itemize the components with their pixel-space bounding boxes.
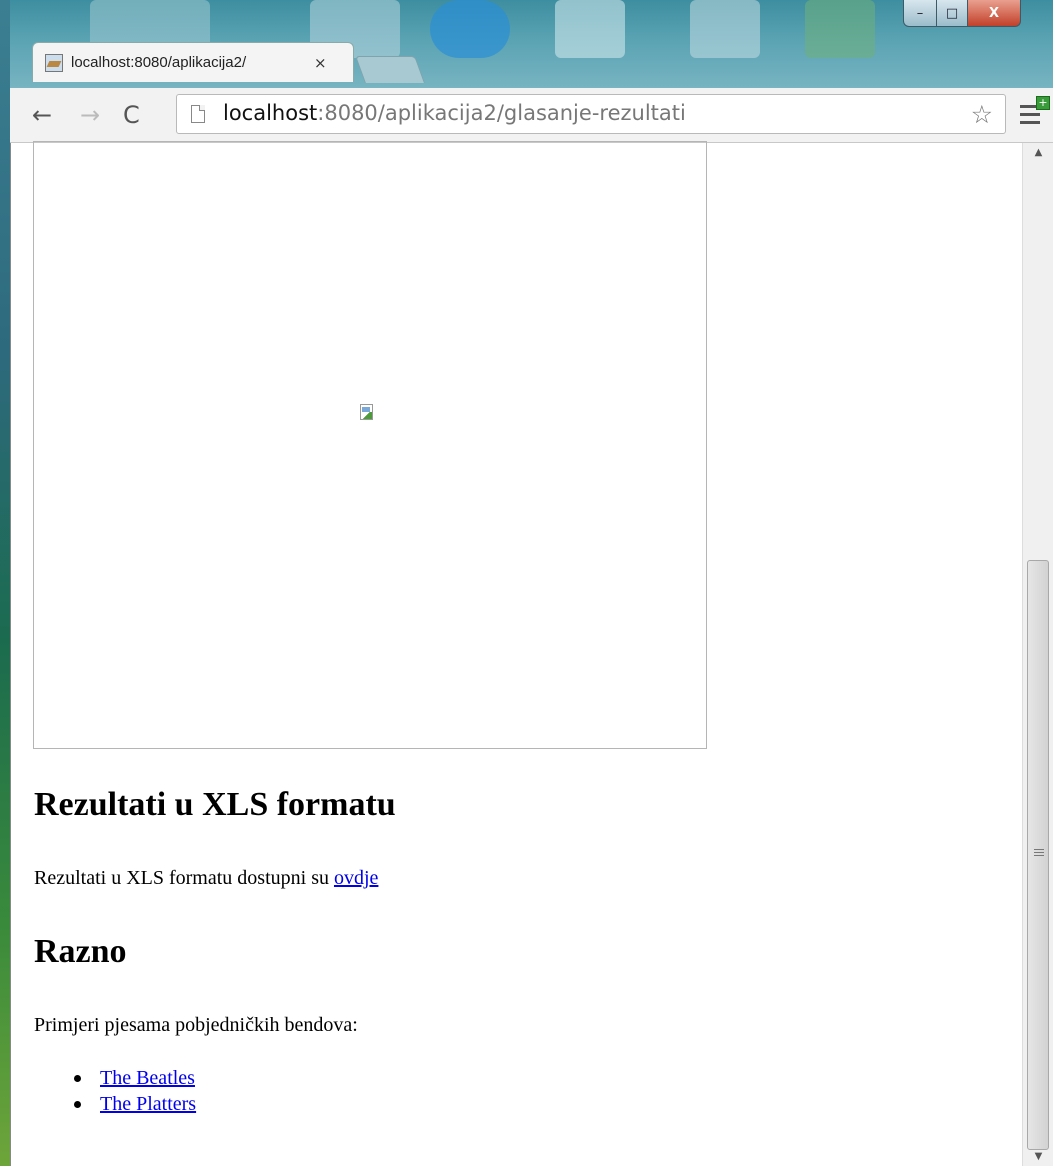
misc-text: Primjeri pjesama pobjedničkih bendova: <box>34 1014 358 1036</box>
scrollbar-grip-icon <box>1034 847 1044 858</box>
xls-heading: Rezultati u XLS formatu <box>34 786 396 823</box>
band-link-platters[interactable]: The Platters <box>100 1093 196 1115</box>
desktop-icon-blur <box>805 0 875 58</box>
page-content: Rezultati u XLS formatu Rezultati u XLS … <box>11 141 1016 1166</box>
scrollbar-thumb[interactable] <box>1027 560 1049 1150</box>
list-item: The Beatles <box>34 1065 196 1091</box>
tab-title: localhost:8080/aplikacija2/ <box>71 54 247 71</box>
address-bar[interactable]: localhost:8080/aplikacija2/glasanje-rezu… <box>176 94 1006 134</box>
url-path: :8080/aplikacija2/glasanje-rezultati <box>317 101 686 125</box>
toolbar: ← → C localhost:8080/aplikacija2/glasanj… <box>10 88 1053 143</box>
desktop-icon-blur <box>690 0 760 58</box>
chrome-menu-icon[interactable]: + <box>1020 96 1050 130</box>
results-chart-image <box>33 141 707 749</box>
page-viewport: Rezultati u XLS formatu Rezultati u XLS … <box>10 141 1053 1166</box>
reload-icon[interactable]: C <box>123 100 140 130</box>
desktop-icon-blur <box>430 0 510 58</box>
update-badge-icon: + <box>1036 96 1050 110</box>
xls-text: Rezultati u XLS formatu dostupni su ovdj… <box>34 867 378 890</box>
url-host: localhost <box>223 101 318 125</box>
broken-image-icon <box>360 404 376 422</box>
page-icon <box>191 105 205 123</box>
vertical-scrollbar[interactable]: ▲ ▼ <box>1022 143 1053 1166</box>
desktop-icon-blur <box>555 0 625 58</box>
scroll-down-arrow-icon[interactable]: ▼ <box>1023 1151 1053 1162</box>
minimize-button[interactable]: – <box>903 0 937 27</box>
browser-tab[interactable]: localhost:8080/aplikacija2/ × <box>32 42 354 82</box>
url-text[interactable]: localhost:8080/aplikacija2/glasanje-rezu… <box>223 101 686 125</box>
band-link-beatles[interactable]: The Beatles <box>100 1067 195 1089</box>
close-window-button[interactable]: X <box>967 0 1021 27</box>
maximize-button[interactable]: □ <box>936 0 968 27</box>
back-arrow-icon[interactable]: ← <box>32 100 52 130</box>
xls-text-label: Rezultati u XLS formatu dostupni su <box>34 867 334 889</box>
forward-arrow-icon[interactable]: → <box>80 100 100 130</box>
scroll-up-arrow-icon[interactable]: ▲ <box>1023 147 1053 158</box>
tab-close-icon[interactable]: × <box>314 54 327 72</box>
misc-heading: Razno <box>34 933 127 970</box>
xls-download-link[interactable]: ovdje <box>334 867 378 889</box>
list-item: The Platters <box>34 1091 196 1117</box>
band-links-list: The Beatles The Platters <box>34 1065 196 1117</box>
favicon-icon <box>45 53 63 72</box>
bookmark-star-icon[interactable]: ☆ <box>971 100 993 129</box>
browser-window: – □ X localhost:8080/aplikacija2/ × ← → … <box>10 0 1053 1166</box>
title-bar: – □ X localhost:8080/aplikacija2/ × <box>10 0 1053 88</box>
new-tab-button[interactable] <box>355 56 425 83</box>
